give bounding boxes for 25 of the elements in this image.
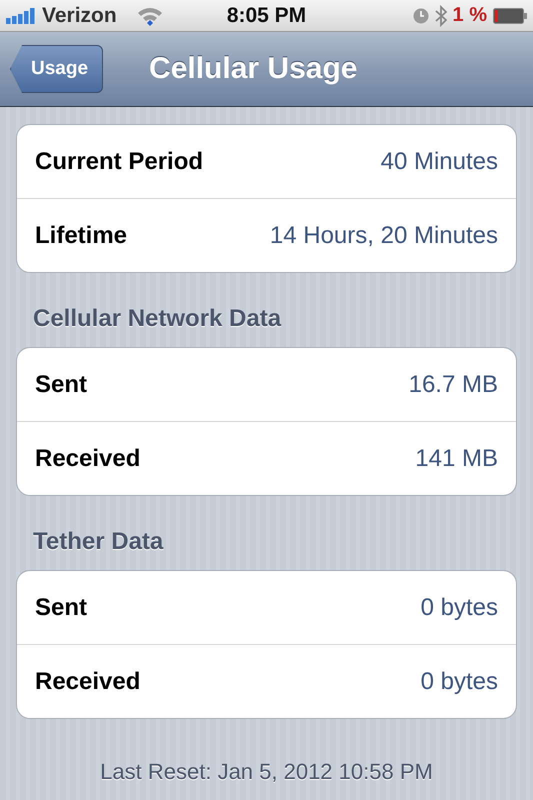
clock-icon xyxy=(412,8,429,24)
status-time: 8:05 PM xyxy=(226,4,306,28)
signal-icon xyxy=(6,8,36,24)
battery-percent: 1 % xyxy=(452,4,487,27)
row-value: 16.7 MB xyxy=(408,370,498,398)
battery-icon xyxy=(493,8,527,24)
section-header: Cellular Network Data xyxy=(32,304,282,334)
bluetooth-icon xyxy=(434,4,447,26)
carrier-name: Verizon xyxy=(42,4,117,28)
row-label: Sent xyxy=(35,370,88,398)
footer-text: Last Reset: Jan 5, 2012 10:58 PM xyxy=(99,759,434,785)
row-label: Lifetime xyxy=(35,222,128,250)
nav-title: Cellular Usage xyxy=(149,52,358,86)
row-value: 0 bytes xyxy=(420,668,498,696)
row-label: Received xyxy=(35,668,140,696)
row-label: Received xyxy=(35,444,140,472)
wifi-icon xyxy=(136,6,163,26)
row-value: 141 MB xyxy=(415,444,498,472)
row-value: 0 bytes xyxy=(420,594,498,622)
row-value: 14 Hours, 20 Minutes xyxy=(270,222,498,250)
row-value: 40 Minutes xyxy=(380,148,498,176)
row-label: Sent xyxy=(35,594,88,622)
row-label: Current Period xyxy=(35,148,204,176)
back-button[interactable]: Usage xyxy=(10,45,104,93)
section-header: Tether Data xyxy=(32,527,164,557)
